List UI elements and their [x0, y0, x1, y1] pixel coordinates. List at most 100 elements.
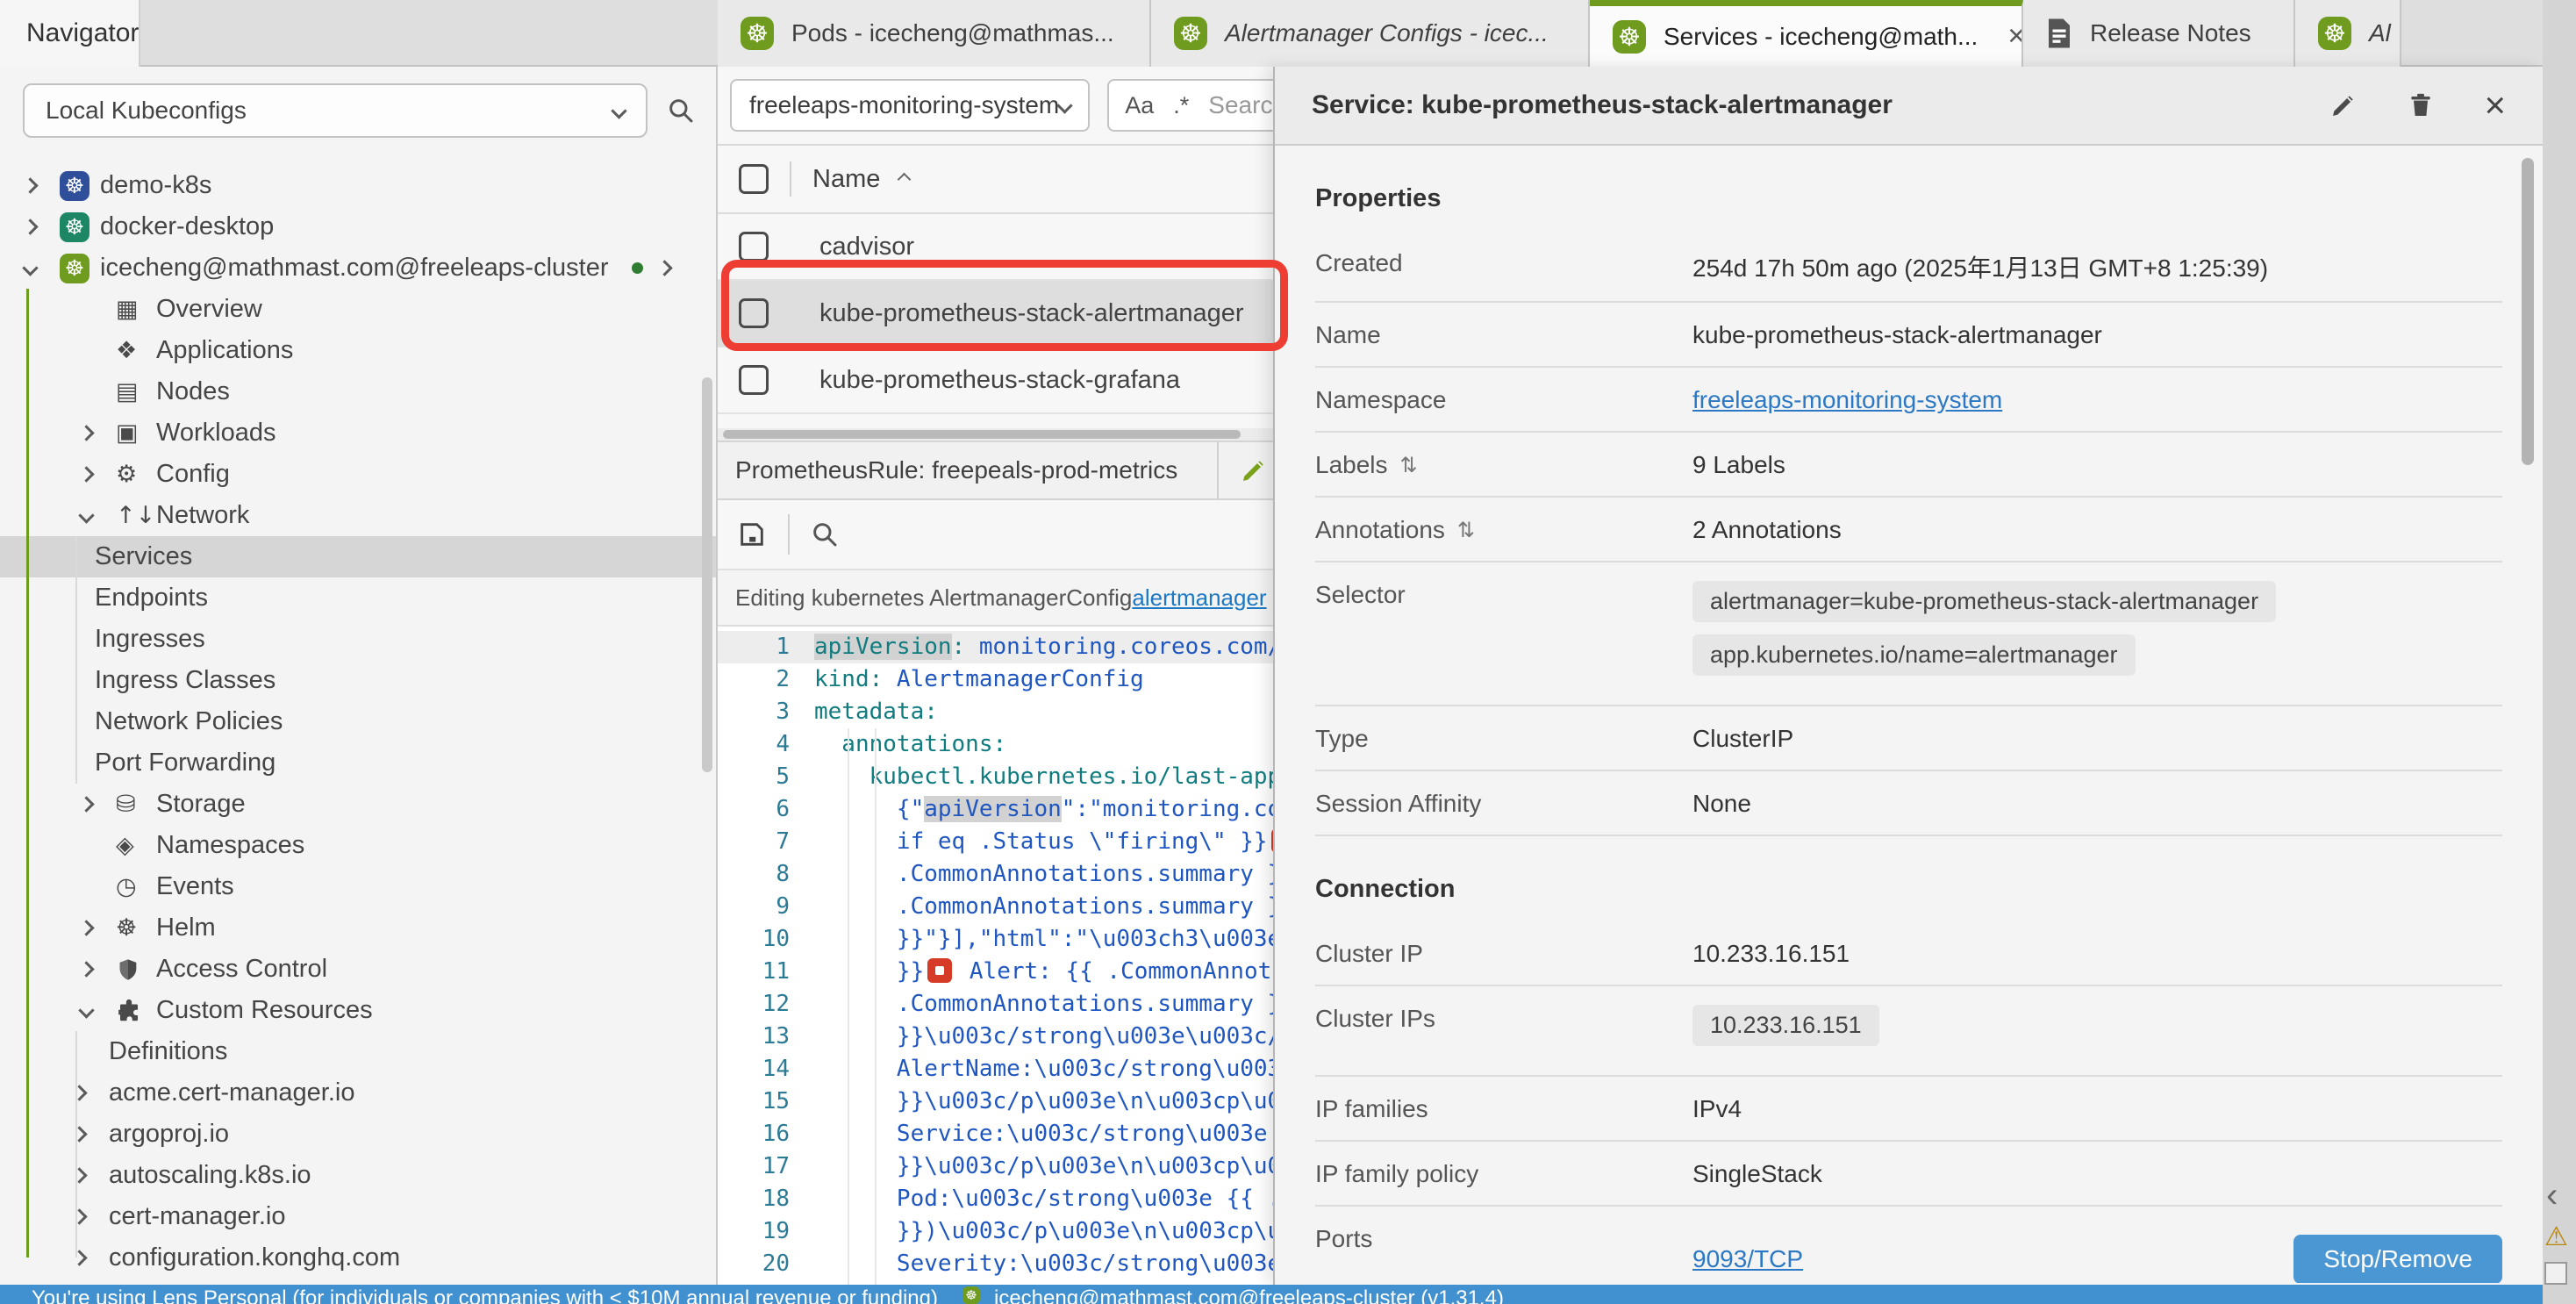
- drawer-row-label: Namespace: [1315, 386, 1446, 414]
- editor-search-icon[interactable]: [811, 520, 839, 548]
- drawer-title: Service: kube-prometheus-stack-alertmana…: [1312, 90, 1893, 120]
- chevron-down-icon[interactable]: [78, 507, 94, 523]
- collapse-chevron-icon[interactable]: ‹: [2546, 1176, 2558, 1215]
- sidebar-item-helm[interactable]: ☸Helm: [0, 907, 718, 949]
- search-input[interactable]: Aa .* Search: [1107, 79, 1273, 132]
- sidebar-item-ingress-classes[interactable]: Ingress Classes: [0, 660, 718, 701]
- annotation-highlight-box: [721, 260, 1288, 351]
- chevron-right-icon[interactable]: [78, 796, 94, 812]
- divider: [790, 161, 791, 197]
- sidebar-item-access-control[interactable]: Access Control: [0, 949, 718, 990]
- chevron-right-icon[interactable]: [22, 219, 38, 234]
- sidebar-item-workloads[interactable]: ▣Workloads: [0, 412, 718, 454]
- tab-release-notes[interactable]: Release Notes: [2023, 0, 2295, 67]
- chevron-right-icon[interactable]: [71, 1085, 87, 1100]
- line-number: 14: [718, 1053, 814, 1085]
- sidebar-item-label: Network: [156, 501, 249, 530]
- table-row-partial[interactable]: kube-prometheus-stack-: [718, 414, 1273, 428]
- horizontal-scrollbar[interactable]: [718, 428, 1273, 441]
- editor-line: 19 }})\u003c/p\u003e\n\u003cp\u00: [718, 1215, 1273, 1248]
- lens-app-window: Navigator ☸Pods - icecheng@mathmas...☸Al…: [0, 0, 2576, 1304]
- select-all-checkbox[interactable]: [739, 164, 769, 194]
- sidebar-item-label: Namespaces: [156, 831, 304, 860]
- chevron-right-icon[interactable]: [71, 1250, 87, 1265]
- sidebar-item-namespaces[interactable]: ◈Namespaces: [0, 825, 718, 866]
- sidebar-item-services[interactable]: Services: [0, 536, 718, 577]
- sidebar-item-configuration-konghq-com[interactable]: configuration.konghq.com: [0, 1237, 718, 1279]
- kubeconfig-selector[interactable]: Local Kubeconfigs: [23, 83, 648, 138]
- save-icon[interactable]: [737, 519, 767, 549]
- editing-resource-link[interactable]: alertmanager: [1132, 584, 1266, 612]
- sidebar-item-overview[interactable]: ▦Overview: [0, 289, 718, 330]
- sidebar-item-demo-k8s[interactable]: ☸demo-k8s: [0, 165, 718, 206]
- sidebar-item-label: Storage: [156, 790, 246, 819]
- drawer-scrollbar[interactable]: [2522, 158, 2534, 465]
- sort-asc-icon[interactable]: [898, 172, 912, 186]
- yaml-editor[interactable]: 1apiVersion: monitoring.coreos.com/v12ki…: [718, 627, 1273, 1285]
- tab-alertmanager-configs[interactable]: ☸Alertmanager Configs - icec...: [1151, 0, 1590, 67]
- edit-icon[interactable]: [2329, 91, 2358, 119]
- sidebar-item-custom-resources[interactable]: Custom Resources: [0, 990, 718, 1031]
- chevron-right-icon[interactable]: [78, 425, 94, 441]
- alarm-emoji-icon: [927, 958, 952, 983]
- tab-services[interactable]: ☸Services - icecheng@math...×: [1590, 0, 2023, 67]
- sidebar-item-port-forwarding[interactable]: Port Forwarding: [0, 742, 718, 784]
- close-icon[interactable]: ×: [2484, 87, 2506, 124]
- sidebar-item-label: Nodes: [156, 377, 230, 406]
- row-checkbox[interactable]: [739, 232, 769, 262]
- sidebar-item-autoscaling-k8s-io[interactable]: autoscaling.k8s.io: [0, 1155, 718, 1196]
- namespace-selector[interactable]: freeleaps-monitoring-system: [730, 79, 1090, 132]
- sidebar-item-acme-cert-manager-io[interactable]: acme.cert-manager.io: [0, 1072, 718, 1114]
- value-badge: 10.233.16.151: [1692, 1005, 1879, 1046]
- sidebar-item-ingresses[interactable]: Ingresses: [0, 619, 718, 660]
- chevron-right-icon[interactable]: [71, 1126, 87, 1142]
- delete-icon[interactable]: [2407, 90, 2435, 120]
- chevron-right-icon[interactable]: [22, 177, 38, 193]
- stop-remove-button[interactable]: Stop/Remove: [2293, 1235, 2502, 1283]
- sidebar-item-events[interactable]: ◷Events: [0, 866, 718, 907]
- drawer-row-namespace: Namespace freeleaps-monitoring-system: [1315, 368, 2502, 433]
- port-link[interactable]: 9093/TCP: [1692, 1245, 1803, 1273]
- name-column-header[interactable]: Name: [812, 165, 880, 194]
- sidebar-item-definitions[interactable]: Definitions: [0, 1031, 718, 1072]
- regex-icon[interactable]: .*: [1173, 92, 1189, 119]
- sidebar-item-config[interactable]: ⚙Config: [0, 454, 718, 495]
- chevron-right-icon[interactable]: [656, 260, 672, 276]
- sidebar-item-applications[interactable]: ❖Applications: [0, 330, 718, 371]
- sidebar-item-network-policies[interactable]: Network Policies: [0, 701, 718, 742]
- match-case-icon[interactable]: Aa: [1125, 92, 1154, 119]
- sidebar-scrollbar[interactable]: [702, 377, 712, 772]
- drawer-row-label: Created: [1315, 249, 1403, 277]
- edit-pencil-icon[interactable]: [1240, 456, 1268, 484]
- tab-overflow-tab[interactable]: ☸Al: [2295, 0, 2401, 67]
- row-checkbox[interactable]: [739, 365, 769, 395]
- chevron-right-icon[interactable]: [78, 961, 94, 977]
- line-number: 20: [718, 1248, 814, 1280]
- clipped-window-icon: [2544, 1262, 2567, 1285]
- close-tab-icon[interactable]: ×: [1995, 19, 2023, 54]
- sidebar-item-network[interactable]: ↑↓Network: [0, 495, 718, 536]
- chevron-right-icon[interactable]: [78, 920, 94, 935]
- sidebar-item-argoproj-io[interactable]: argoproj.io: [0, 1114, 718, 1155]
- table-row[interactable]: kube-prometheus-stack-grafana: [718, 347, 1273, 414]
- chevron-right-icon[interactable]: [78, 466, 94, 482]
- namespace-link[interactable]: freeleaps-monitoring-system: [1692, 386, 2002, 413]
- chevron-down-icon[interactable]: [22, 260, 38, 276]
- sidebar-item-label: Ingresses: [95, 625, 205, 654]
- search-icon[interactable]: [667, 97, 695, 125]
- tab-pods[interactable]: ☸Pods - icecheng@mathmas...: [718, 0, 1151, 67]
- prometheusrule-dock-tab[interactable]: PrometheusRule: freepeals-prod-metrics: [718, 441, 1273, 500]
- kubernetes-icon: ☸: [60, 171, 89, 201]
- sidebar-item-nodes[interactable]: ▤Nodes: [0, 371, 718, 412]
- sidebar-item-docker-desktop[interactable]: ☸docker-desktop: [0, 206, 718, 247]
- chevron-down-icon[interactable]: [78, 1002, 94, 1018]
- sidebar-item-icecheng-cluster[interactable]: ☸icecheng@mathmast.com@freeleaps-cluster: [0, 247, 718, 289]
- sort-toggle-icon[interactable]: ⇅: [1457, 518, 1475, 542]
- chevron-right-icon[interactable]: [71, 1208, 87, 1224]
- sidebar-item-cert-manager-io[interactable]: cert-manager.io: [0, 1196, 718, 1237]
- sidebar-item-storage[interactable]: ⛁Storage: [0, 784, 718, 825]
- sidebar-item-endpoints[interactable]: Endpoints: [0, 577, 718, 619]
- tab-navigator[interactable]: Navigator: [0, 0, 140, 67]
- chevron-right-icon[interactable]: [71, 1167, 87, 1183]
- sort-toggle-icon[interactable]: ⇅: [1400, 453, 1418, 477]
